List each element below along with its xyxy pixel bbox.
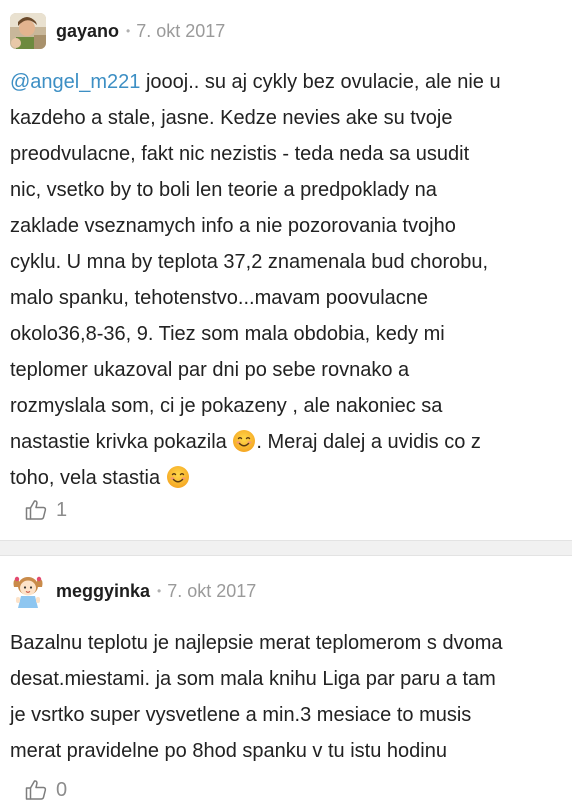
- comment-line: joooj.. su aj cykly bez ovulacie, ale ni…: [140, 71, 501, 93]
- comment-line: nastastie krivka pokazila: [10, 431, 227, 453]
- smiling-face-emoji-icon: [166, 465, 190, 489]
- like-button[interactable]: 1: [24, 498, 67, 522]
- user-avatar[interactable]: [10, 13, 46, 49]
- comment-divider: [0, 540, 572, 556]
- comment-card: gayano • 7. okt 2017 @angel_m221 joooj..…: [0, 0, 572, 540]
- comment-line: okolo36,8-36, 9. Tiez som mala obdobia, …: [10, 323, 445, 345]
- comment-line: desat.miestami. ja som mala knihu Liga p…: [10, 668, 496, 690]
- comment-line: nic, vsetko by to boli len teorie a pred…: [10, 179, 437, 201]
- comment-line: zaklade vseznamych info a nie pozorovani…: [10, 215, 456, 237]
- comment-line: merat pravidelne po 8hod spanku v tu ist…: [10, 740, 447, 762]
- comment-line: je vsrtko super vysvetlene a min.3 mesia…: [10, 704, 472, 726]
- comment-line: Bazalnu teplotu je najlepsie merat teplo…: [10, 632, 503, 654]
- comment-line: kazdeho a stale, jasne. Kedze nevies ake…: [10, 107, 453, 129]
- user-mention-link[interactable]: @angel_m221: [10, 71, 140, 93]
- like-button[interactable]: 0: [24, 778, 67, 802]
- like-count: 0: [56, 778, 68, 801]
- photo-avatar-icon: [10, 13, 46, 49]
- girl-cartoon-avatar-icon: [10, 573, 46, 609]
- comment-text: @angel_m221 joooj.. su aj cykly bez ovul…: [10, 64, 562, 496]
- username[interactable]: gayano: [56, 21, 119, 42]
- comment-date: 7. okt 2017: [167, 580, 257, 601]
- comment-date: 7. okt 2017: [136, 20, 226, 41]
- comment-text: Bazalnu teplotu je najlepsie merat teplo…: [10, 625, 562, 769]
- comment-line: . Meraj dalej a uvidis co z: [256, 431, 481, 453]
- meta-separator: •: [157, 584, 162, 598]
- comment-line: cyklu. U mna by teplota 37,2 znamenala b…: [10, 251, 489, 273]
- like-count: 1: [56, 498, 68, 521]
- thumbs-up-icon: [25, 500, 47, 520]
- comment-line: teplomer ukazoval par dni po sebe rovnak…: [10, 359, 410, 381]
- comment-line: rozmyslala som, ci je pokazeny , ale nak…: [10, 395, 443, 417]
- comment-header: gayano • 7. okt 2017: [10, 11, 225, 51]
- comment-line: preodvulacne, fakt nic nezistis - teda n…: [10, 143, 470, 165]
- smiling-face-emoji-icon: [232, 429, 256, 453]
- comment-card: meggyinka • 7. okt 2017 Bazalnu teplotu …: [0, 556, 572, 811]
- username[interactable]: meggyinka: [56, 581, 150, 602]
- comment-line: malo spanku, tehotenstvo...mavam poovula…: [10, 287, 429, 309]
- thumbs-up-icon: [25, 780, 47, 800]
- meta-separator: •: [126, 24, 131, 38]
- user-avatar[interactable]: [10, 573, 46, 609]
- comment-header: meggyinka • 7. okt 2017: [10, 571, 256, 611]
- comment-line: toho, vela stastia: [10, 467, 161, 489]
